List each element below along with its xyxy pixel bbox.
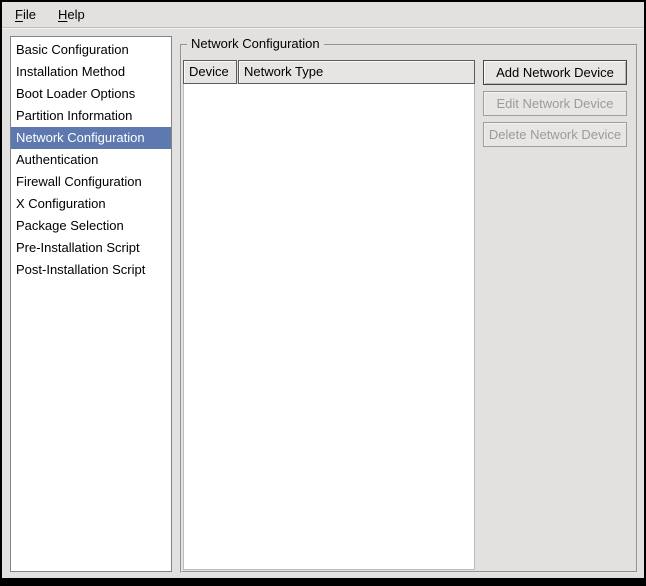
add-network-device-button[interactable]: Add Network Device [483,60,627,85]
column-header-device[interactable]: Device [183,60,237,84]
menu-file-label: ile [23,7,36,22]
sidebar-item-partition-information[interactable]: Partition Information [11,105,171,127]
device-actions: Add Network Device Edit Network Device D… [483,60,627,147]
menubar: File Help [2,2,644,28]
menu-file-mnemonic: F [15,7,23,22]
delete-network-device-button[interactable]: Delete Network Device [483,122,627,147]
sidebar-item-firewall-configuration[interactable]: Firewall Configuration [11,171,171,193]
sidebar-item-network-configuration[interactable]: Network Configuration [11,127,171,149]
network-device-list[interactable] [183,84,475,570]
frame-title: Network Configuration [187,36,324,51]
menu-help[interactable]: Help [53,5,90,24]
sidebar-item-basic-configuration[interactable]: Basic Configuration [11,39,171,61]
application-window: File Help Basic Configuration Installati… [2,2,644,578]
network-device-table: Device Network Type [183,60,475,570]
sidebar-item-package-selection[interactable]: Package Selection [11,215,171,237]
network-configuration-frame: Network Configuration Device Network Typ… [180,44,638,573]
sidebar-item-post-installation-script[interactable]: Post-Installation Script [11,259,171,281]
sidebar-item-boot-loader-options[interactable]: Boot Loader Options [11,83,171,105]
column-header-network-type[interactable]: Network Type [238,60,475,84]
sidebar-item-authentication[interactable]: Authentication [11,149,171,171]
menu-file[interactable]: File [10,5,41,24]
menu-help-label: elp [67,7,84,22]
menu-help-mnemonic: H [58,7,67,22]
table-header-row: Device Network Type [183,60,475,84]
sidebar-item-installation-method[interactable]: Installation Method [11,61,171,83]
sidebar-item-pre-installation-script[interactable]: Pre-Installation Script [11,237,171,259]
category-list: Basic Configuration Installation Method … [10,36,172,572]
sidebar-item-x-configuration[interactable]: X Configuration [11,193,171,215]
edit-network-device-button[interactable]: Edit Network Device [483,91,627,116]
